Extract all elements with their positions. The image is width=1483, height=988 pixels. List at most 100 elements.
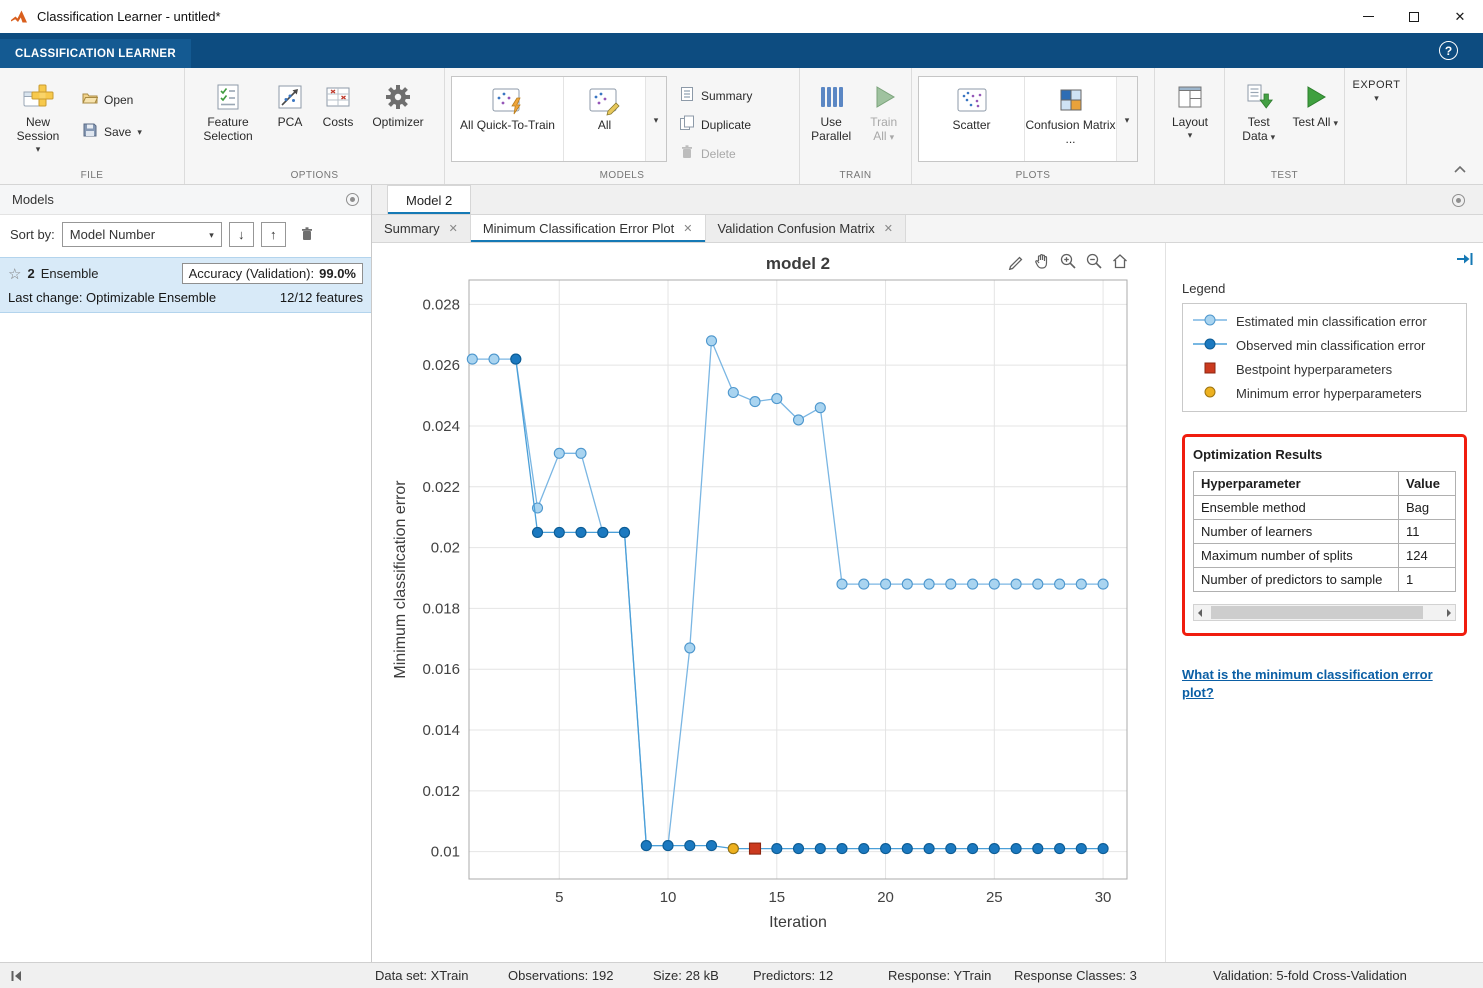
chevron-down-icon: ▾	[1374, 92, 1379, 103]
plots-gallery-dropdown[interactable]: ▾	[1117, 77, 1137, 161]
group-label-options: OPTIONS	[290, 170, 339, 181]
close-button[interactable]: ✕	[1437, 0, 1483, 33]
close-tab-icon[interactable]: ✕	[884, 222, 893, 235]
group-label-train: TRAIN	[839, 170, 872, 181]
scatter-plot-icon	[955, 84, 989, 118]
tab-model-2[interactable]: Model 2	[387, 185, 472, 214]
confusion-matrix-button[interactable]: Confusion Matrix ...	[1025, 77, 1117, 161]
ribbon-toolbar: New Session ▾ Open Save ▾ FILE Feature S…	[0, 68, 1483, 185]
test-all-icon	[1301, 79, 1329, 115]
svg-text:0.02: 0.02	[431, 540, 460, 557]
model-features: 12/12 features	[279, 290, 363, 305]
zoom-out-icon[interactable]	[1085, 252, 1103, 273]
test-all-button[interactable]: Test All ▾	[1290, 76, 1340, 166]
all-quick-to-train-icon	[491, 84, 525, 118]
edit-plot-icon[interactable]	[1007, 252, 1025, 273]
column-header: Value	[1398, 471, 1456, 496]
pca-button[interactable]: PCA	[269, 76, 311, 166]
delete-button: Delete	[679, 144, 752, 163]
legend-item: Bestpoint hyperparameters	[1193, 362, 1456, 377]
maximize-button[interactable]	[1391, 0, 1437, 33]
save-button[interactable]: Save ▾	[82, 122, 142, 141]
svg-text:Minimum classification error: Minimum classification error	[392, 480, 409, 679]
tab-classification-learner[interactable]: CLASSIFICATION LEARNER	[0, 39, 191, 68]
train-all-button: Train All ▾	[860, 76, 907, 166]
sort-ascending-button[interactable]: ↑	[260, 221, 286, 247]
scroll-left-icon[interactable]	[1198, 608, 1202, 617]
pan-hand-icon[interactable]	[1033, 252, 1051, 273]
ribbon-spacer	[1407, 68, 1483, 184]
zoom-in-icon[interactable]	[1059, 252, 1077, 273]
use-parallel-button[interactable]: Use Parallel	[806, 76, 856, 166]
optimizer-button[interactable]: Optimizer	[365, 76, 431, 166]
sort-descending-button[interactable]: ↓	[228, 221, 254, 247]
close-icon: ✕	[1454, 8, 1466, 24]
costs-button[interactable]: Costs	[315, 76, 361, 166]
model-number: 2	[27, 266, 35, 281]
table-row: Number of learners 11	[1193, 519, 1456, 544]
close-tab-icon[interactable]: ✕	[683, 222, 692, 235]
feature-selection-button[interactable]: Feature Selection	[191, 76, 265, 166]
home-restore-view-icon[interactable]	[1111, 252, 1129, 273]
export-button[interactable]: EXPORT ▾	[1351, 76, 1402, 166]
test-data-icon	[1244, 79, 1274, 115]
sort-by-select[interactable]: Model Number ▾	[61, 221, 222, 247]
summary-button[interactable]: Summary	[679, 86, 752, 105]
horizontal-scrollbar[interactable]	[1193, 604, 1456, 621]
optimizer-label: Optimizer	[372, 115, 424, 129]
plot-side-panel: Legend Estimated min classification erro…	[1165, 243, 1483, 962]
summary-label: Summary	[701, 88, 753, 103]
model-list-item[interactable]: ☆ 2 Ensemble Accuracy (Validation): 99.0…	[0, 257, 371, 313]
dock-panel-icon[interactable]	[1456, 252, 1474, 269]
document-options-icon[interactable]	[1452, 194, 1465, 207]
all-quick-to-train-button[interactable]: All Quick-To-Train	[452, 77, 564, 161]
scroll-right-icon[interactable]	[1447, 608, 1451, 617]
table-row: Maximum number of splits 124	[1193, 543, 1456, 568]
chevron-down-icon: ▾	[1187, 130, 1193, 141]
legend-item: Minimum error hyperparameters	[1193, 386, 1456, 401]
tab-validation-confusion-matrix[interactable]: Validation Confusion Matrix ✕	[705, 215, 907, 242]
svg-text:0.014: 0.014	[422, 722, 460, 739]
help-button[interactable]: ?	[1439, 41, 1458, 60]
delete-label: Delete	[701, 146, 736, 161]
status-size: Size: 28 kB	[653, 968, 719, 983]
models-panel: Models Sort by: Model Number ▾ ↓ ↑ ☆ 2 E…	[0, 185, 372, 962]
all-quick-to-train-label: All Quick-To-Train	[460, 118, 555, 132]
minimize-button[interactable]	[1345, 0, 1391, 33]
all-models-label: All	[597, 118, 612, 132]
chevron-down-icon: ▾	[35, 144, 41, 155]
duplicate-button[interactable]: Duplicate	[679, 115, 752, 134]
svg-text:0.026: 0.026	[422, 357, 460, 374]
min-classification-error-plot[interactable]: 5 10 15 20 25 30 0.01 0.012 0.014 0.016 0.018 0.02 0…	[372, 277, 1165, 953]
models-gallery-dropdown[interactable]: ▾	[646, 77, 666, 161]
matlab-logo-icon	[10, 8, 28, 26]
collapse-panel-icon[interactable]	[10, 970, 22, 985]
svg-text:0.024: 0.024	[422, 418, 460, 435]
ribbon-group-test: Test Data ▾ Test All ▾ TEST	[1225, 68, 1345, 184]
tab-summary[interactable]: Summary ✕	[372, 215, 471, 242]
new-session-button[interactable]: New Session ▾	[6, 76, 70, 166]
close-tab-icon[interactable]: ✕	[449, 222, 458, 235]
models-sort-row: Sort by: Model Number ▾ ↓ ↑	[0, 215, 371, 253]
model-last-change: Last change: Optimizable Ensemble	[8, 290, 217, 305]
table-row: Ensemble method Bag	[1193, 495, 1456, 520]
save-dropdown-icon[interactable]: ▾	[137, 128, 142, 137]
models-panel-title: Models	[12, 192, 54, 207]
panel-options-icon[interactable]	[346, 193, 359, 206]
confusion-matrix-label: Confusion Matrix ...	[1025, 118, 1116, 147]
scrollbar-thumb[interactable]	[1211, 606, 1423, 619]
layout-button[interactable]: Layout ▾	[1161, 76, 1219, 166]
duplicate-label: Duplicate	[701, 117, 752, 132]
tab-minimum-classification-error-plot[interactable]: Minimum Classification Error Plot ✕	[470, 215, 706, 242]
collapse-ribbon-button[interactable]	[1453, 161, 1467, 176]
help-link[interactable]: What is the minimum classification error…	[1182, 666, 1454, 702]
all-models-button[interactable]: All	[564, 77, 646, 161]
test-data-button[interactable]: Test Data ▾	[1231, 76, 1286, 166]
open-button[interactable]: Open	[82, 90, 142, 109]
favorite-star-icon[interactable]: ☆	[8, 265, 21, 283]
optimization-results-title: Optimization Results	[1193, 447, 1323, 462]
delete-model-button[interactable]	[293, 226, 321, 242]
scatter-plot-button[interactable]: Scatter	[919, 77, 1025, 161]
ribbon-tabstrip: CLASSIFICATION LEARNER ?	[0, 33, 1483, 68]
chevron-down-icon: ▾	[1333, 118, 1338, 128]
